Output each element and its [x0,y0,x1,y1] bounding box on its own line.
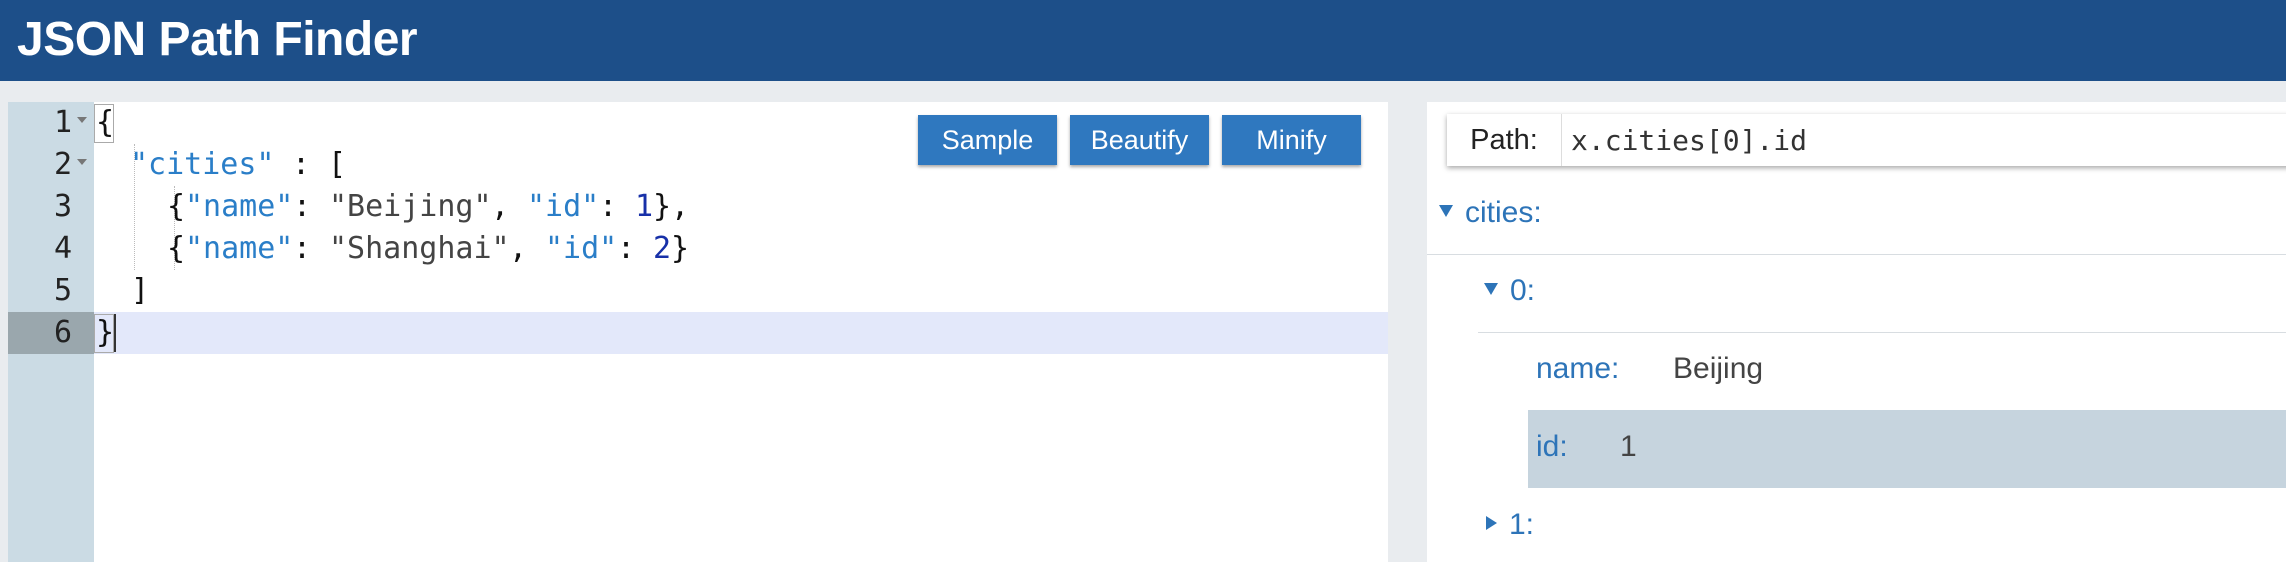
code-line-5[interactable]: ] [94,270,1388,312]
tree-divider [1478,332,2286,333]
code-line-6[interactable]: } [94,312,1388,354]
tree-leaf-id[interactable]: id: [1536,430,1568,464]
app-header: JSON Path Finder [0,0,2286,81]
tree-leaf-key: name: [1536,352,1620,385]
code-line-3[interactable]: { "name" : "Beijing" , "id" : 1 }, [94,186,1388,228]
path-label: Path: [1447,114,1562,166]
text-cursor [114,314,116,352]
tree-node-label: cities: [1465,196,1542,229]
editor-gutter: 1 2 3 4 5 6 [8,102,94,562]
line-number-active: 6 [8,312,94,354]
beautify-button[interactable]: Beautify [1070,115,1209,165]
tree-leaf-key: id: [1536,430,1568,463]
sample-button[interactable]: Sample [918,115,1057,165]
code-line-4[interactable]: { "name" : "Shanghai" , "id" : 2 } [94,228,1388,270]
app-title: JSON Path Finder [17,13,418,66]
tree-leaf-value: 1 [1620,430,1637,463]
fold-arrow-icon[interactable] [77,117,87,123]
tree-divider [1427,254,2286,255]
tree-node-label: 0: [1510,274,1536,307]
tree-panel: Path: cities: 0: name: Beijing id: 1 1: [1427,102,2286,562]
tree-leaf-name[interactable]: name: [1536,352,1619,386]
expand-arrow-icon[interactable] [1439,205,1453,218]
path-bar: Path: [1447,114,2286,166]
tree-node-0[interactable]: 0: [1484,274,1535,308]
expand-arrow-icon[interactable] [1484,283,1498,296]
tree-node-1[interactable]: 1: [1486,508,1534,542]
json-editor[interactable]: 1 2 3 4 5 6 { "cities" : [ { "name" : "B… [8,102,1388,562]
collapse-arrow-icon[interactable] [1486,516,1497,531]
line-number: 3 [53,189,72,224]
tree-node-cities[interactable]: cities: [1439,196,1542,230]
line-number: 1 [8,102,94,144]
line-number: 5 [53,273,72,308]
matching-bracket [94,104,114,143]
path-input[interactable] [1571,120,2271,160]
line-number: 2 [8,144,94,186]
selected-node-highlight[interactable] [1528,410,2286,488]
fold-arrow-icon[interactable] [77,159,87,165]
line-number: 4 [53,231,72,266]
tree-leaf-value: Beijing [1673,352,1764,385]
minify-button[interactable]: Minify [1222,115,1361,165]
matching-bracket [94,314,114,353]
tree-node-label: 1: [1509,508,1535,541]
